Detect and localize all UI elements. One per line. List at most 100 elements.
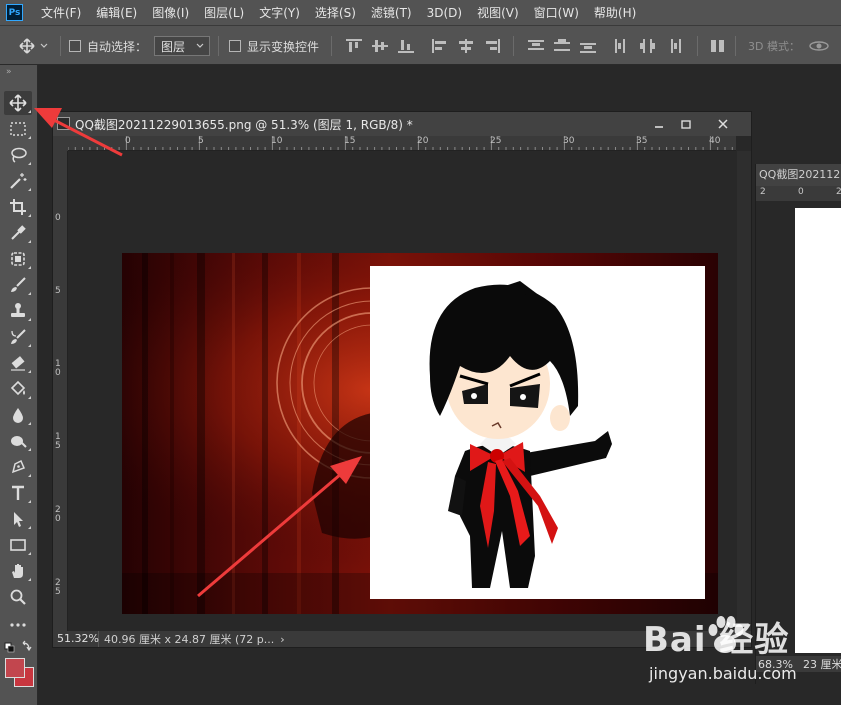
distribute-left-icon[interactable] <box>614 39 630 53</box>
menu-3d[interactable]: 3D(D) <box>427 6 462 20</box>
collapse-panel-icon[interactable]: » <box>6 67 11 77</box>
dodge-tool[interactable] <box>4 429 32 453</box>
healing-brush-tool[interactable] <box>4 247 32 271</box>
align-horizontal-center-icon[interactable] <box>458 39 474 53</box>
history-brush-tool[interactable] <box>4 325 32 349</box>
menu-select[interactable]: 选择(S) <box>315 4 356 21</box>
eraser-tool[interactable] <box>4 351 32 375</box>
ruler-label: 2 <box>760 187 766 197</box>
lasso-icon <box>11 147 27 163</box>
auto-select-target-dropdown[interactable]: 图层 <box>154 36 210 56</box>
ruler-label: 15 <box>344 136 356 146</box>
menu-image[interactable]: 图像(I) <box>152 4 189 21</box>
type-tool[interactable] <box>4 481 32 505</box>
magic-wand-icon <box>10 173 27 189</box>
character-layer[interactable] <box>370 266 705 599</box>
canvas-area[interactable] <box>69 152 736 631</box>
document-icon <box>57 117 70 130</box>
menu-window[interactable]: 窗口(W) <box>534 4 579 21</box>
divider <box>735 36 736 56</box>
maximize-button[interactable] <box>674 115 698 133</box>
close-button[interactable] <box>711 115 735 133</box>
ruler-label: 0 <box>55 213 61 223</box>
move-tool[interactable] <box>4 91 32 115</box>
zoom-tool[interactable] <box>4 585 32 609</box>
second-document-window: QQ截图2021122 2 0 2 68.3% 23 厘米 <box>755 164 841 684</box>
lasso-tool[interactable] <box>4 143 32 167</box>
paint-bucket-tool[interactable] <box>4 377 32 401</box>
vertical-ruler[interactable]: 0 5 10 15 20 25 <box>53 151 68 631</box>
distribute-bottom-icon[interactable] <box>580 39 596 53</box>
blur-tool[interactable] <box>4 403 32 427</box>
path-selection-tool[interactable] <box>4 507 32 531</box>
menu-view[interactable]: 视图(V) <box>477 4 519 21</box>
brush-tool[interactable] <box>4 273 32 297</box>
menu-bar: Ps 文件(F) 编辑(E) 图像(I) 图层(L) 文字(Y) 选择(S) 滤… <box>0 0 841 25</box>
checkbox-box[interactable] <box>69 40 81 52</box>
second-document-title[interactable]: QQ截图2021122 <box>756 164 841 186</box>
pen-tool[interactable] <box>4 455 32 479</box>
more-tools-button[interactable] <box>4 613 32 637</box>
color-swatches <box>4 654 36 688</box>
eyedropper-icon <box>11 225 26 240</box>
align-vertical-center-icon[interactable] <box>372 39 388 53</box>
document-window: QQ截图20211229013655.png @ 51.3% (图层 1, RG… <box>52 111 752 648</box>
align-left-icon[interactable] <box>432 39 448 53</box>
clone-stamp-tool[interactable] <box>4 299 32 323</box>
menu-help[interactable]: 帮助(H) <box>594 4 636 21</box>
vertical-scrollbar[interactable] <box>737 151 751 631</box>
menu-layer[interactable]: 图层(L) <box>204 4 244 21</box>
document-titlebar[interactable]: QQ截图20211229013655.png @ 51.3% (图层 1, RG… <box>53 112 751 136</box>
marquee-tool[interactable] <box>4 117 32 141</box>
ruler-label: 40 <box>709 136 721 146</box>
horizontal-ruler[interactable]: 0 5 10 15 20 25 30 35 40 <box>68 136 736 151</box>
align-right-icon[interactable] <box>484 39 500 53</box>
align-bottom-icon[interactable] <box>398 39 414 53</box>
ruler-label: 20 <box>55 505 61 524</box>
canvas-image[interactable] <box>122 253 718 614</box>
minimize-button[interactable] <box>647 115 671 133</box>
show-transform-controls-checkbox[interactable]: 显示变换控件 <box>229 26 319 66</box>
auto-select-target-value: 图层 <box>161 39 186 54</box>
3d-mode-group: 3D 模式： <box>748 26 830 66</box>
menu-edit[interactable]: 编辑(E) <box>96 4 137 21</box>
dodge-icon <box>11 436 27 448</box>
foreground-color-swatch[interactable] <box>5 658 25 678</box>
tools-panel: » <box>0 65 38 705</box>
align-top-icon[interactable] <box>346 39 362 53</box>
document-info[interactable]: 40.96 厘米 x 24.87 厘米 (72 p... <box>99 631 274 647</box>
menu-file[interactable]: 文件(F) <box>41 4 81 21</box>
rectangle-tool[interactable] <box>4 533 32 557</box>
swap-colors-icon <box>4 640 32 653</box>
auto-align-layers-icon[interactable] <box>710 39 726 53</box>
hand-tool[interactable] <box>4 559 32 583</box>
orbit-3d-icon[interactable] <box>808 38 830 54</box>
distribute-horizontal-center-icon[interactable] <box>640 39 656 53</box>
chevron-down-icon <box>196 43 204 48</box>
crop-tool[interactable] <box>4 195 32 219</box>
auto-select-checkbox[interactable]: 自动选择： <box>69 26 147 66</box>
document-info-menu-arrow[interactable]: › <box>280 633 284 646</box>
chevron-down-icon <box>40 43 48 48</box>
distribute-vertical-center-icon[interactable] <box>554 39 570 53</box>
ruler-origin[interactable] <box>53 136 68 151</box>
ruler-label: 30 <box>563 136 575 146</box>
menu-type[interactable]: 文字(Y) <box>259 4 300 21</box>
ruler-label: 10 <box>55 359 61 378</box>
checkbox-box[interactable] <box>229 40 241 52</box>
show-transform-label: 显示变换控件 <box>247 39 320 54</box>
second-document-ruler[interactable]: 2 0 2 <box>756 186 841 201</box>
distribute-top-icon[interactable] <box>528 39 544 53</box>
eyedropper-tool[interactable] <box>4 221 32 245</box>
eraser-icon <box>11 356 25 371</box>
rectangle-icon <box>10 539 26 551</box>
tool-preset-picker[interactable] <box>19 26 49 66</box>
distribute-right-icon[interactable] <box>666 39 682 53</box>
second-document-canvas[interactable] <box>795 208 841 653</box>
minimize-icon <box>655 126 663 128</box>
magic-wand-tool[interactable] <box>4 169 32 193</box>
menu-filter[interactable]: 滤镜(T) <box>371 4 412 21</box>
zoom-level-field[interactable]: 51.32% <box>53 631 99 647</box>
default-colors-swap[interactable] <box>2 639 36 655</box>
crop-icon <box>10 199 26 215</box>
